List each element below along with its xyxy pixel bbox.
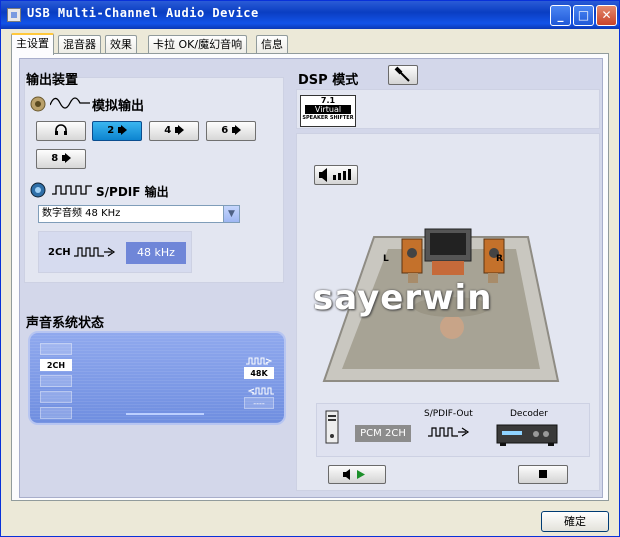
audio-device-window: USB Multi-Channel Audio Device _ □ ✕ 主设置… <box>0 0 620 537</box>
play-icon <box>329 469 385 486</box>
watermark-text: sayerwin <box>313 278 493 318</box>
tab-effects[interactable]: 效果 <box>105 35 137 54</box>
sample-rate-display: 48K <box>244 367 274 379</box>
close-button[interactable]: ✕ <box>596 5 617 26</box>
spdif-chain-arrow-icon <box>428 425 474 442</box>
speaker-icon <box>61 153 71 163</box>
pc-tower-icon <box>324 409 340 448</box>
virtual-71-badge[interactable]: 7.1 Virtual SPEAKER SHIFTER <box>300 95 356 127</box>
spdif-rate-box: 48 kHz <box>126 242 186 264</box>
analog-output-label: 模拟输出 <box>92 99 145 114</box>
speaker-level-button[interactable] <box>314 165 358 185</box>
headphone-icon <box>54 124 68 136</box>
decoder-label: Decoder <box>510 409 548 419</box>
spdif-out-label: S/PDIF-Out <box>424 409 473 419</box>
hammer-icon <box>389 66 417 87</box>
channel-indicator <box>40 343 72 355</box>
tab-karaoke[interactable]: 卡拉 OK/魔幻音响 <box>148 35 248 54</box>
sound-status-heading: 声音系统状态 <box>26 316 105 331</box>
window-title: USB Multi-Channel Audio Device <box>27 6 259 20</box>
channel-2-button[interactable]: 2 <box>92 121 142 141</box>
channel-4-button[interactable]: 4 <box>149 121 199 141</box>
spdif-format-value: 数字音频 48 KHz <box>42 208 121 219</box>
spdif-channel-label: 2CH <box>48 247 71 258</box>
output-device-heading: 输出装置 <box>26 73 79 88</box>
ok-button[interactable]: 確定 <box>541 511 609 532</box>
badge-71: 7.1 <box>320 96 336 105</box>
channel-6-label: 6 <box>221 125 229 136</box>
sound-status-panel: 2CH 48K ---- <box>28 331 286 425</box>
level-meter <box>126 413 204 415</box>
speaker-icon <box>117 125 127 135</box>
channel-indicator <box>40 375 72 387</box>
channel-8-button[interactable]: 8 <box>36 149 86 169</box>
spdif-icon <box>30 182 46 201</box>
channel-indicator <box>40 391 72 403</box>
stop-icon <box>519 470 567 486</box>
chevron-down-icon: ▼ <box>223 206 239 222</box>
settings-panel: 输出装置 模拟输出 2 4 6 8 S/PDIF 输出 数字音频 48 KHz … <box>19 58 603 498</box>
channel-6-button[interactable]: 6 <box>206 121 256 141</box>
dsp-mode-heading: DSP 模式 <box>298 73 359 88</box>
dsp-tool-button[interactable] <box>388 65 418 85</box>
badge-virtual: Virtual <box>305 105 351 114</box>
stop-test-button[interactable] <box>518 465 568 484</box>
badge-speaker-shifter: SPEAKER SHIFTER <box>302 115 354 121</box>
analog-wave-icon <box>49 95 90 114</box>
digital-arrow-icon <box>74 245 124 262</box>
speaker-icon <box>30 95 46 113</box>
channel-indicator-2ch: 2CH <box>40 359 72 371</box>
speaker-icon <box>231 125 241 135</box>
headphone-button[interactable] <box>36 121 86 141</box>
channel-4-label: 4 <box>164 125 172 136</box>
speaker-level-icon <box>315 168 357 187</box>
main-settings-page: 输出装置 模拟输出 2 4 6 8 S/PDIF 输出 数字音频 48 KHz … <box>11 53 609 501</box>
spdif-format-select[interactable]: 数字音频 48 KHz ▼ <box>38 205 240 223</box>
input-rate-display: ---- <box>244 397 274 409</box>
channel-8-label: 8 <box>51 153 59 164</box>
channel-indicator <box>40 407 72 419</box>
digital-wave-icon <box>52 183 92 200</box>
minimize-button[interactable]: _ <box>550 5 571 26</box>
channel-2-label: 2 <box>107 125 115 136</box>
tab-info[interactable]: 信息 <box>256 35 288 54</box>
spdif-output-label: S/PDIF 输出 <box>96 185 169 199</box>
tab-main-settings[interactable]: 主设置 <box>11 33 54 55</box>
app-icon <box>7 8 21 22</box>
right-speaker-label: R <box>496 254 503 264</box>
decoder-device-icon <box>496 423 558 450</box>
pcm-format-display: PCM 2CH <box>355 425 411 442</box>
maximize-button[interactable]: □ <box>573 5 594 26</box>
left-speaker-label: L <box>383 254 389 264</box>
play-test-button[interactable] <box>328 465 386 484</box>
title-bar[interactable]: USB Multi-Channel Audio Device _ □ ✕ <box>1 1 619 29</box>
tab-mixer[interactable]: 混音器 <box>58 35 101 54</box>
speaker-icon <box>174 125 184 135</box>
